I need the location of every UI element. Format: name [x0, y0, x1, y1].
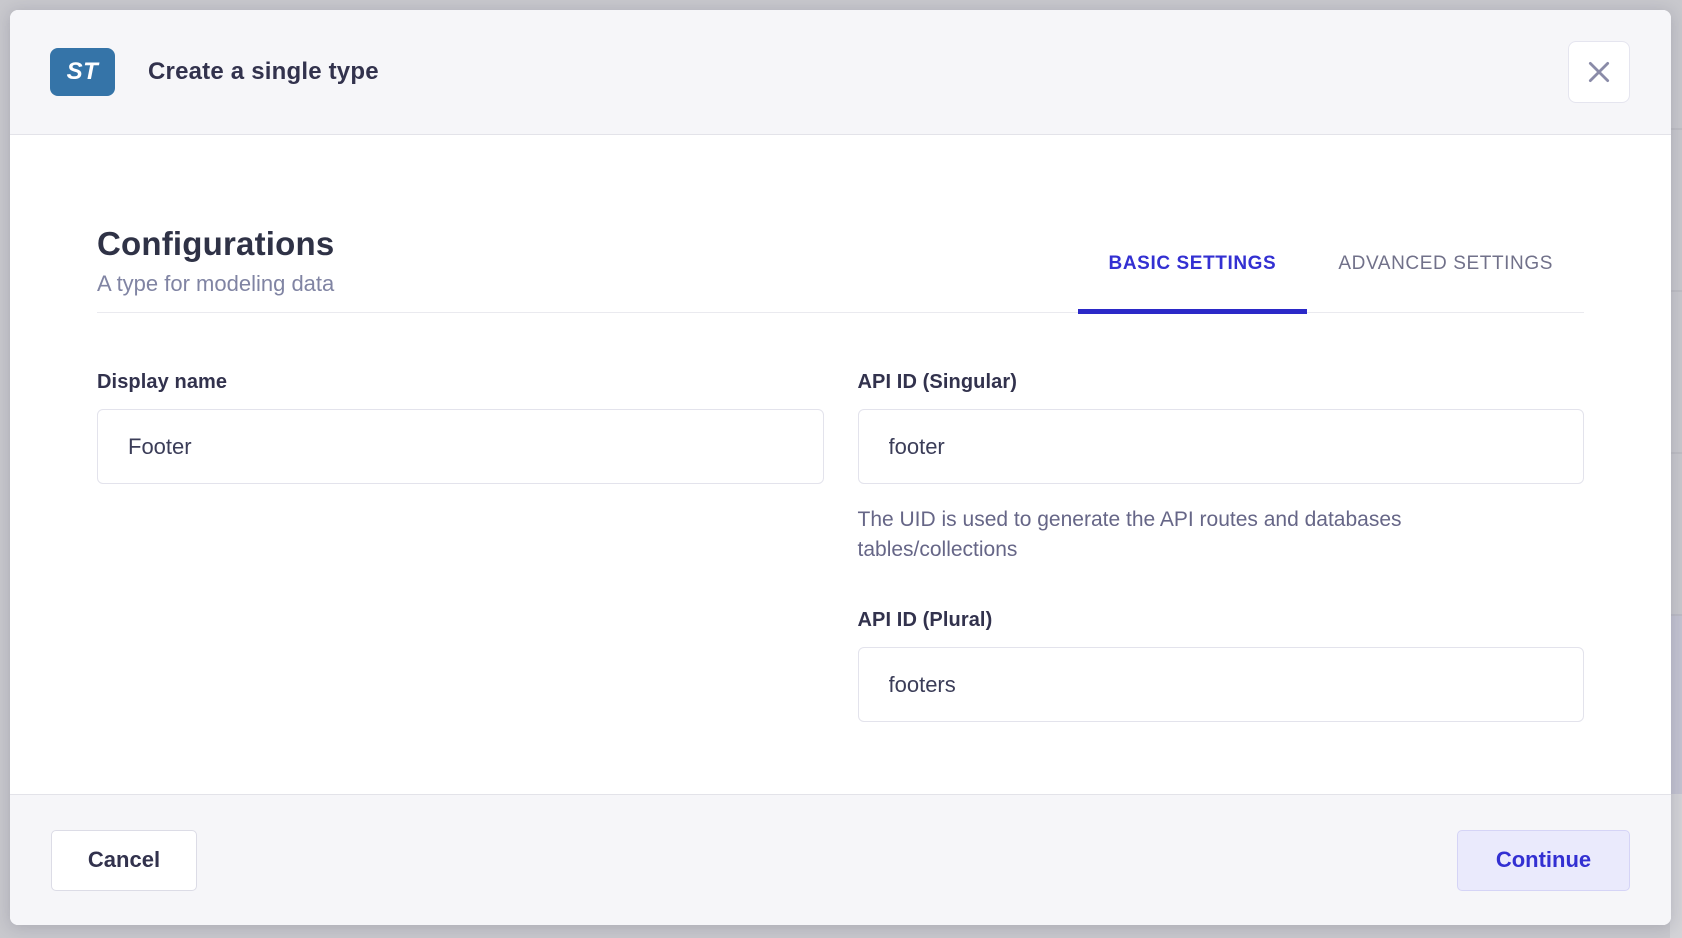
background-segment [1670, 794, 1682, 938]
cancel-button[interactable]: Cancel [51, 830, 197, 891]
api-id-singular-field: API ID (Singular) The UID is used to gen… [858, 371, 1585, 565]
api-id-plural-field: API ID (Plural) [858, 609, 1585, 722]
modal-title: Create a single type [148, 58, 379, 86]
api-id-plural-input[interactable] [858, 647, 1585, 722]
api-id-plural-label: API ID (Plural) [858, 609, 1585, 632]
tab-basic-settings[interactable]: BASIC SETTINGS [1078, 253, 1308, 312]
page-title: Configurations [97, 225, 334, 263]
continue-button[interactable]: Continue [1457, 830, 1630, 891]
create-single-type-modal: ST Create a single type Configurations A… [10, 10, 1671, 925]
api-id-singular-input[interactable] [858, 409, 1585, 484]
close-button[interactable] [1568, 41, 1630, 103]
form-column-left: Display name [97, 371, 824, 484]
background-row-divider [1670, 128, 1682, 130]
api-id-singular-label: API ID (Singular) [858, 371, 1585, 394]
background-segment [1670, 0, 1682, 614]
background-row-divider [1670, 452, 1682, 454]
modal-footer: Cancel Continue [10, 794, 1671, 925]
form-column-right: API ID (Singular) The UID is used to gen… [858, 371, 1585, 722]
background-row-divider [1670, 290, 1682, 292]
page-subtitle: A type for modeling data [97, 271, 334, 297]
display-name-input[interactable] [97, 409, 824, 484]
modal-body: Configurations A type for modeling data … [10, 135, 1671, 794]
display-name-field: Display name [97, 371, 824, 484]
api-id-help-text: The UID is used to generate the API rout… [858, 505, 1538, 565]
configuration-form: Display name API ID (Singular) The UID i… [97, 371, 1584, 722]
modal-header: ST Create a single type [10, 10, 1671, 135]
background-segment [1670, 614, 1682, 794]
heading-block: Configurations A type for modeling data [97, 225, 334, 312]
tab-advanced-settings[interactable]: ADVANCED SETTINGS [1307, 253, 1584, 312]
close-icon [1586, 59, 1612, 85]
single-type-icon: ST [50, 48, 115, 96]
background-row-divider [1670, 614, 1682, 616]
settings-tabs: BASIC SETTINGS ADVANCED SETTINGS [1078, 253, 1584, 312]
background-page-strip [1670, 0, 1682, 938]
display-name-label: Display name [97, 371, 824, 394]
configurations-header-row: Configurations A type for modeling data … [97, 225, 1584, 313]
